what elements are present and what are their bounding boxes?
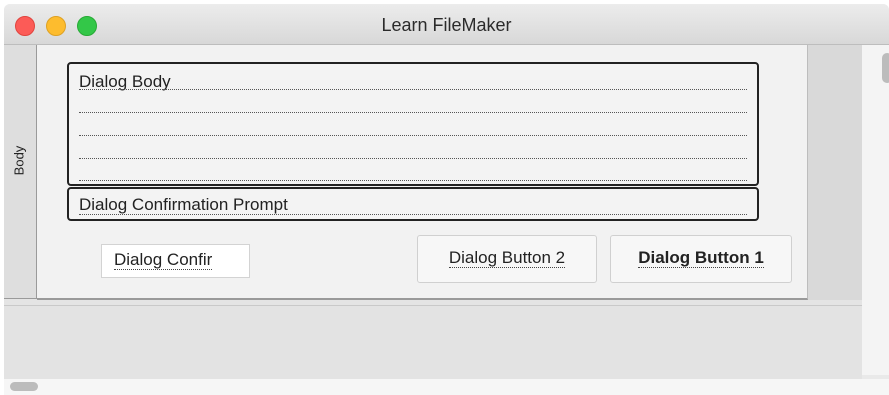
dialog-confirm-label: Dialog Confir <box>114 250 213 270</box>
dialog-body-field[interactable]: Dialog Body <box>67 62 759 186</box>
filemaker-window: Learn FileMaker Body Dialog Body Dialog … <box>4 4 889 395</box>
layout-empty-area <box>4 305 862 380</box>
horizontal-scrollbar[interactable] <box>4 379 889 395</box>
field-line <box>79 214 747 215</box>
body-part-label: Body <box>11 145 27 176</box>
body-part-tab[interactable]: Body <box>4 45 37 299</box>
title-bar: Learn FileMaker <box>4 4 889 45</box>
layout-body-part: Dialog Body Dialog Confirmation Prompt D… <box>37 45 808 300</box>
vertical-scroll-thumb[interactable] <box>882 53 889 83</box>
vertical-scrollbar[interactable] <box>862 45 889 375</box>
dialog-button-2[interactable]: Dialog Button 2 <box>417 235 597 283</box>
layout-right-margin <box>808 45 862 300</box>
dialog-button-1-label: Dialog Button 1 <box>638 248 764 268</box>
dialog-button-2-label: Dialog Button 2 <box>448 248 566 268</box>
field-line <box>79 89 747 90</box>
field-line <box>79 112 747 113</box>
layout-canvas: Body Dialog Body Dialog Confirmation Pro… <box>4 45 889 305</box>
dialog-confirm-button[interactable]: Dialog Confir <box>101 244 250 278</box>
dialog-button-1[interactable]: Dialog Button 1 <box>610 235 792 283</box>
field-line <box>79 135 747 136</box>
dialog-prompt-field-label: Dialog Confirmation Prompt <box>79 195 288 214</box>
field-line <box>79 158 747 159</box>
horizontal-scroll-thumb[interactable] <box>10 382 38 391</box>
window-title: Learn FileMaker <box>381 15 512 35</box>
field-line <box>79 180 747 181</box>
dialog-confirmation-prompt-field[interactable]: Dialog Confirmation Prompt <box>67 187 759 221</box>
